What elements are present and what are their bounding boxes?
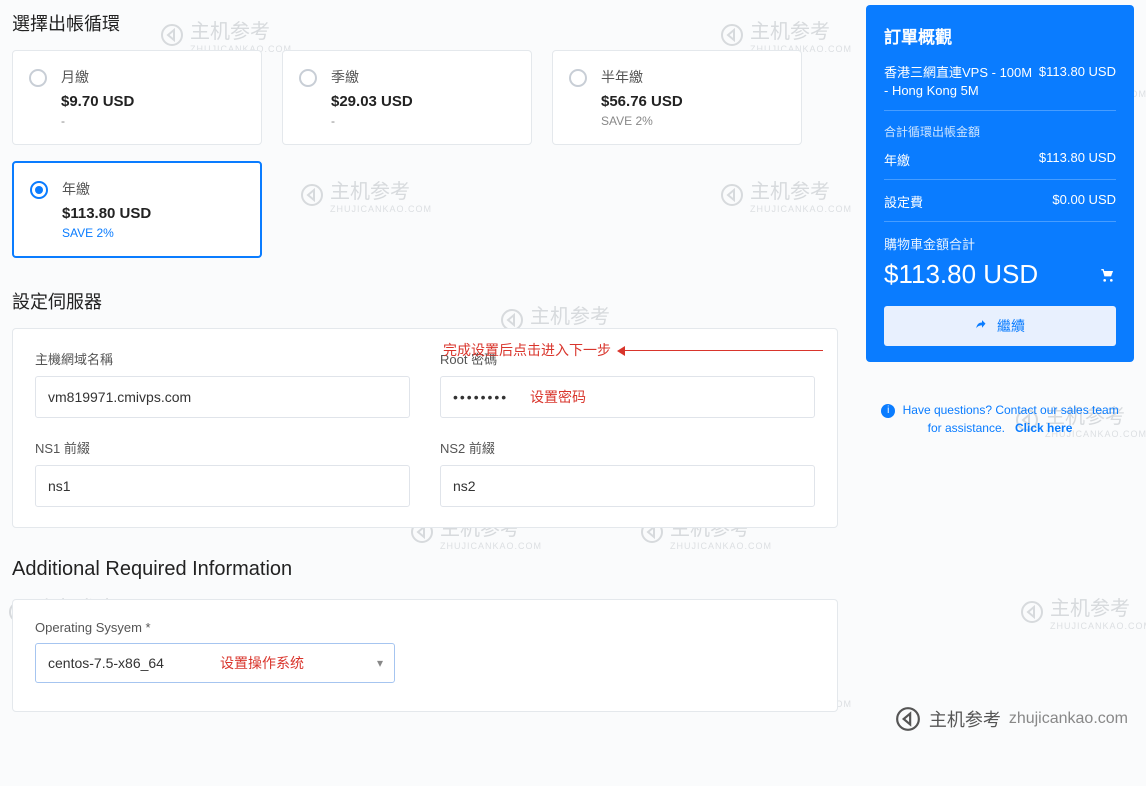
- summary-annual-price: $113.80 USD: [1039, 150, 1116, 169]
- os-label: Operating Sysyem *: [35, 620, 815, 635]
- billing-label: 半年繳: [601, 67, 783, 87]
- billing-price: $9.70 USD: [61, 93, 243, 110]
- billing-monthly-card[interactable]: 月繳 $9.70 USD -: [12, 50, 262, 145]
- radio-icon: [569, 69, 587, 87]
- billing-label: 年繳: [62, 179, 242, 199]
- info-icon: i: [881, 404, 895, 418]
- summary-title: 訂單概觀: [884, 23, 1116, 48]
- server-panel: 主機網域名稱 Root 密碼 设置密码 NS1 前綴 NS2 前綴: [12, 328, 838, 528]
- summary-setup-label: 設定費: [884, 192, 923, 211]
- share-icon: [975, 319, 989, 333]
- cart-icon: [1100, 267, 1116, 283]
- brand-text: 主机参考: [929, 706, 1001, 732]
- os-select[interactable]: [35, 643, 395, 683]
- billing-save: SAVE 2%: [601, 114, 783, 128]
- billing-save: -: [331, 114, 513, 128]
- brand-domain: zhujicankao.com: [1009, 710, 1128, 728]
- divider: [884, 110, 1116, 111]
- ns1-label: NS1 前綴: [35, 438, 410, 457]
- ns2-input[interactable]: [440, 465, 815, 507]
- summary-cart-total: $113.80 USD: [884, 259, 1038, 290]
- watermark: 主机参考ZHUJICANKAO.COM: [1020, 592, 1146, 631]
- brand-icon: [895, 706, 921, 732]
- continue-label: 繼續: [997, 316, 1025, 336]
- billing-price: $29.03 USD: [331, 93, 513, 110]
- additional-info-title: Additional Required Information: [12, 558, 1134, 581]
- ns1-input[interactable]: [35, 465, 410, 507]
- rootpw-input[interactable]: [440, 376, 815, 418]
- billing-annual-card[interactable]: 年繳 $113.80 USD SAVE 2%: [12, 161, 262, 258]
- hostname-input[interactable]: [35, 376, 410, 418]
- summary-annual-label: 年繳: [884, 150, 910, 169]
- radio-icon: [30, 181, 48, 199]
- rootpw-label: Root 密碼: [440, 349, 815, 368]
- billing-quarterly-card[interactable]: 季繳 $29.03 USD -: [282, 50, 532, 145]
- billing-semiannual-card[interactable]: 半年繳 $56.76 USD SAVE 2%: [552, 50, 802, 145]
- continue-button[interactable]: 繼續: [884, 306, 1116, 346]
- radio-icon: [29, 69, 47, 87]
- summary-recurring-label: 合計循環出帳金額: [884, 123, 1116, 140]
- radio-icon: [299, 69, 317, 87]
- divider: [884, 179, 1116, 180]
- billing-price: $56.76 USD: [601, 93, 783, 110]
- os-panel: Operating Sysyem * 设置操作系统: [12, 599, 838, 712]
- divider: [884, 221, 1116, 222]
- footer-brand: 主机参考 zhujicankao.com: [895, 706, 1128, 732]
- billing-label: 月繳: [61, 67, 243, 87]
- summary-item-price: $113.80 USD: [1039, 64, 1116, 100]
- billing-save: -: [61, 114, 243, 128]
- billing-save: SAVE 2%: [62, 226, 242, 240]
- summary-setup-price: $0.00 USD: [1052, 192, 1116, 211]
- summary-item-name: 香港三網直連VPS - 100M - Hong Kong 5M: [884, 64, 1034, 100]
- billing-label: 季繳: [331, 67, 513, 87]
- billing-price: $113.80 USD: [62, 205, 242, 222]
- summary-cart-label: 購物車金額合計: [884, 234, 1116, 253]
- order-summary: 訂單概觀 香港三網直連VPS - 100M - Hong Kong 5M $11…: [866, 5, 1134, 362]
- ns2-label: NS2 前綴: [440, 438, 815, 457]
- help-box: i Have questions? Contact our sales team…: [866, 395, 1134, 443]
- help-link[interactable]: Click here: [1015, 421, 1072, 435]
- hostname-label: 主機網域名稱: [35, 349, 410, 368]
